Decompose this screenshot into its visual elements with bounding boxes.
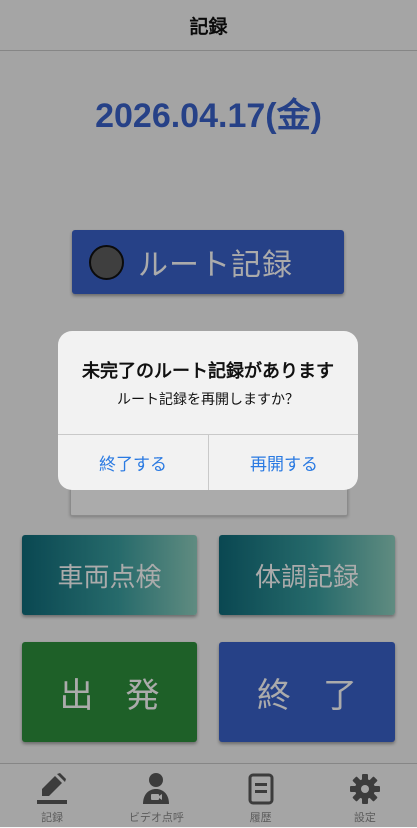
- dialog-message: ルート記録を再開しますか？: [117, 392, 299, 408]
- dialog-end-button[interactable]: 終了する: [58, 435, 208, 490]
- dialog-resume-button[interactable]: 再開する: [209, 435, 358, 490]
- dialog-title: 未完了のルート記録があります: [82, 361, 334, 382]
- resume-route-dialog: 未完了のルート記録があります ルート記録を再開しますか？ 終了する 再開する: [58, 331, 358, 490]
- app-screen: 記録 2026.04.17(金) ルート記録 車両点検 体調記録 出発 終了 記…: [0, 0, 417, 828]
